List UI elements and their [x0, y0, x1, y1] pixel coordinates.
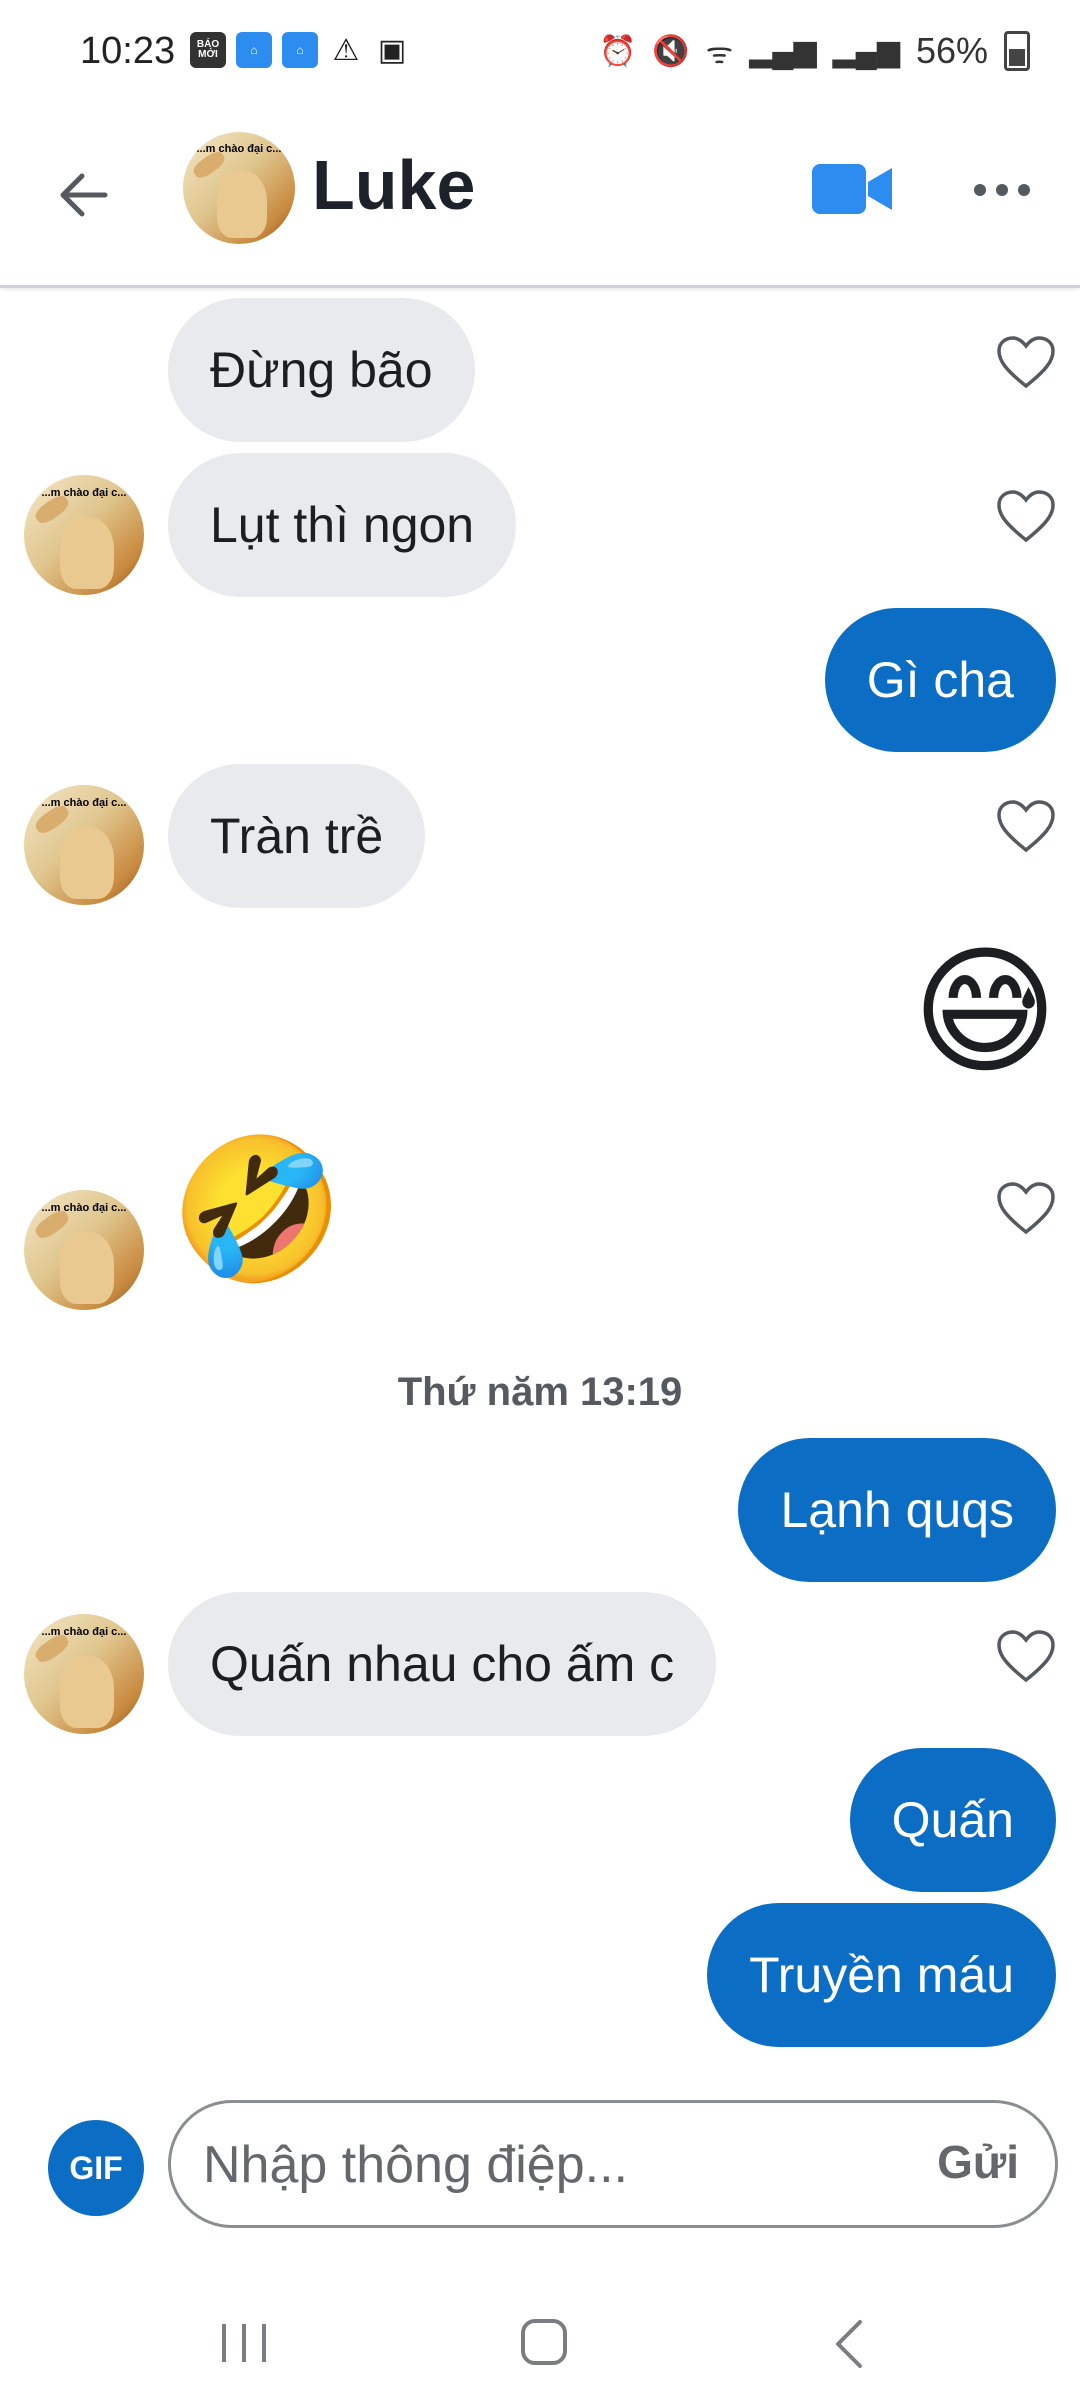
- video-call-icon[interactable]: [810, 160, 894, 218]
- notification-icons: BÁO MỚI ⌂ ⌂ ⚠ ▣: [190, 32, 410, 68]
- heart-icon[interactable]: [996, 1182, 1056, 1236]
- image-icon: ▣: [377, 33, 407, 67]
- system-navigation-bar: [0, 2280, 1080, 2400]
- back-nav-icon[interactable]: [828, 2316, 868, 2372]
- outgoing-message[interactable]: Gì cha: [824, 608, 1056, 752]
- avatar-caption: ...m chào đại c...: [196, 143, 282, 156]
- send-button[interactable]: Gửi: [937, 2135, 1019, 2189]
- avatar-caption: ...m chào đại c...: [41, 1626, 127, 1638]
- incoming-message[interactable]: Tràn trề: [168, 764, 426, 908]
- incoming-message[interactable]: Lụt thì ngon: [168, 453, 517, 597]
- message-composer: Gửi: [168, 2100, 1058, 2228]
- avatar-caption: ...m chào đại c...: [41, 487, 127, 499]
- contact-avatar[interactable]: ...m chào đại c...: [24, 1190, 144, 1310]
- outgoing-emoji[interactable]: 😅: [912, 942, 1058, 1082]
- warning-icon: ⚠: [332, 33, 360, 67]
- signal-icon: ▂▄▆: [749, 34, 817, 68]
- contact-avatar[interactable]: ...m chào đại c...: [24, 785, 144, 905]
- system-status: ⏰ 🔇 ᯤ ▂▄▆ ▂▄▆ 56%: [599, 30, 1030, 72]
- avatar-caption: ...m chào đại c...: [41, 797, 127, 809]
- alarm-icon: ⏰: [599, 34, 637, 68]
- status-time: 10:23: [80, 30, 176, 72]
- mute-icon: 🔇: [652, 34, 690, 68]
- outgoing-message[interactable]: Truyền máu: [707, 1903, 1056, 2047]
- outgoing-message[interactable]: Quấn: [849, 1748, 1056, 1892]
- home-app-icon: ⌂: [282, 32, 318, 68]
- contact-avatar[interactable]: ...m chào đại c...: [24, 475, 144, 595]
- home-icon[interactable]: [518, 2316, 570, 2368]
- message-input[interactable]: [201, 2121, 865, 2209]
- incoming-emoji[interactable]: 🤣: [170, 1140, 344, 1280]
- heart-icon[interactable]: [996, 800, 1056, 854]
- heart-icon[interactable]: [996, 490, 1056, 544]
- conversation-header: ...m chào đại c... Luke: [0, 110, 1080, 288]
- incoming-message[interactable]: Đừng bão: [168, 298, 475, 442]
- timestamp-divider: Thứ năm 13:19: [397, 1370, 683, 1414]
- contact-avatar[interactable]: ...m chào đại c...: [24, 1614, 144, 1734]
- baomoi-icon: BÁO MỚI: [190, 32, 226, 68]
- signal-icon: ▂▄▆: [832, 34, 900, 68]
- contact-avatar[interactable]: ...m chào đại c...: [183, 132, 295, 244]
- heart-icon[interactable]: [996, 1630, 1056, 1684]
- recent-apps-icon[interactable]: [218, 2320, 270, 2366]
- heart-icon[interactable]: [996, 336, 1056, 390]
- battery-icon: [1004, 31, 1030, 71]
- status-bar: 10:23 BÁO MỚI ⌂ ⌂ ⚠ ▣ ⏰ 🔇 ᯤ ▂▄▆ ▂▄▆ 56%: [0, 0, 1080, 110]
- home-app-icon: ⌂: [236, 32, 272, 68]
- wifi-icon: ᯤ: [705, 36, 734, 70]
- back-arrow-icon[interactable]: [50, 160, 120, 230]
- more-options-icon[interactable]: [970, 165, 1034, 215]
- gif-button[interactable]: GIF: [48, 2120, 144, 2216]
- contact-name[interactable]: Luke: [312, 145, 475, 225]
- outgoing-message[interactable]: Lạnh quqs: [738, 1438, 1056, 1582]
- incoming-message[interactable]: Quấn nhau cho ấm c: [168, 1592, 717, 1736]
- battery-percent: 56%: [915, 30, 988, 71]
- avatar-caption: ...m chào đại c...: [41, 1202, 127, 1214]
